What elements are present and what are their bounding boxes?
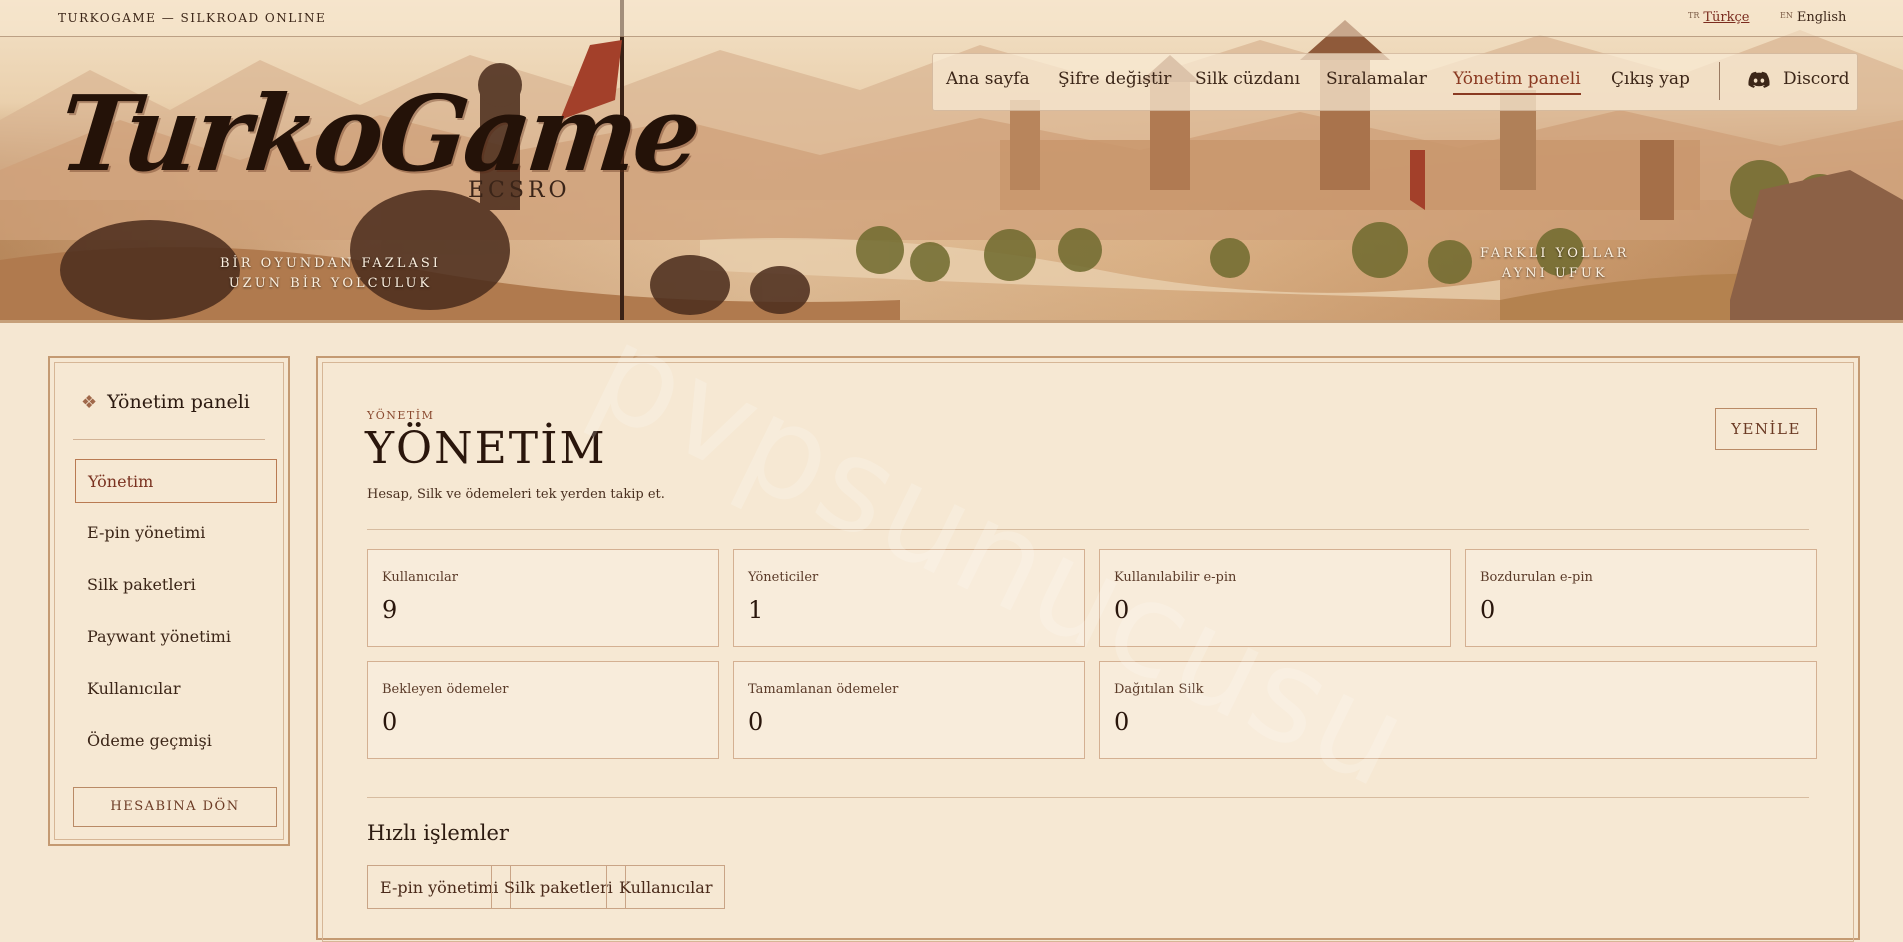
stat-card-users: Kullanıcılar 9: [367, 549, 719, 647]
nav-home-link[interactable]: Ana sayfa: [946, 69, 1030, 89]
stat-label: Kullanıcılar: [382, 570, 458, 585]
sidebar-item-silk-packages[interactable]: Silk paketleri: [75, 563, 277, 607]
sidebar-item-payment-history[interactable]: Ödeme geçmişi: [75, 719, 277, 763]
sidebar-title-label: Yönetim paneli: [107, 391, 250, 413]
page-eyebrow: YÖNETİM: [367, 409, 435, 422]
nav-discord-link[interactable]: Discord: [1783, 69, 1850, 89]
nav-separator: [1719, 62, 1720, 100]
sidebar-title: ❖ Yönetim paneli: [81, 391, 250, 413]
stat-value: 1: [748, 596, 764, 624]
hero-tagline-right-line1: FARKLI YOLLAR: [1480, 246, 1630, 261]
quick-action-epin-button[interactable]: E-pin yönetimi: [367, 865, 512, 909]
hero-tagline-right: FARKLI YOLLAR AYNI UFUK: [1480, 244, 1629, 284]
stat-label: Tamamlanan ödemeler: [748, 682, 899, 697]
refresh-button[interactable]: YENİLE: [1715, 408, 1817, 450]
sidebar-item-users[interactable]: Kullanıcılar: [75, 667, 277, 711]
topbar: TURKOGAME — SILKROAD ONLINE TR Türkçe EN E…: [0, 0, 1903, 37]
stat-value: 0: [748, 708, 764, 736]
diamond-icon: ❖: [81, 392, 98, 413]
language-english-link[interactable]: EN English: [1780, 10, 1846, 25]
section-divider: [367, 797, 1809, 798]
nav-admin-panel-link[interactable]: Yönetim paneli: [1453, 69, 1581, 95]
site-logo[interactable]: TurkoGame: [54, 72, 703, 195]
admin-sidebar: ❖ Yönetim paneli Yönetim E-pin yönetimi S…: [48, 356, 290, 846]
stat-value: 0: [1114, 708, 1130, 736]
hero-tagline-left-line1: BİR OYUNDAN FAZLASI: [220, 256, 441, 271]
language-code-en: EN: [1780, 11, 1793, 20]
stat-label: Bozdurulan e-pin: [1480, 570, 1593, 585]
hero-tagline-left-line2: UZUN BİR YOLCULUK: [228, 276, 433, 291]
sidebar-inner-frame: ❖ Yönetim paneli Yönetim E-pin yönetimi S…: [54, 362, 284, 840]
stat-value: 9: [382, 596, 398, 624]
language-code-tr: TR: [1688, 11, 1700, 20]
site-brand: TURKOGAME — SILKROAD ONLINE: [58, 11, 327, 25]
quick-action-users-button[interactable]: Kullanıcılar: [606, 865, 726, 909]
sidebar-item-paywant[interactable]: Paywant yönetimi: [75, 615, 277, 659]
stat-value: 0: [1480, 596, 1496, 624]
language-turkish-link[interactable]: TR Türkçe: [1688, 10, 1749, 25]
stat-card-pending-payments: Bekleyen ödemeler 0: [367, 661, 719, 759]
hero-tagline-left: BİR OYUNDAN FAZLASI UZUN BİR YOLCULUK: [220, 254, 441, 294]
sidebar-divider: [73, 439, 265, 440]
stat-card-redeemed-epin: Bozdurulan e-pin 0: [1465, 549, 1817, 647]
quick-actions-title: Hızlı işlemler: [367, 821, 509, 845]
stat-value: 0: [382, 708, 398, 736]
main-navigation: Ana sayfa Şifre değiştir Silk cüzdanı Sı…: [932, 53, 1858, 111]
stat-card-completed-payments: Tamamlanan ödemeler 0: [733, 661, 1085, 759]
hero-tagline-right-line2: AYNI UFUK: [1501, 266, 1608, 281]
back-to-account-button[interactable]: HESABINA DÖN: [73, 787, 277, 827]
nav-change-password-link[interactable]: Şifre değiştir: [1058, 69, 1171, 89]
stat-label: Bekleyen ödemeler: [382, 682, 509, 697]
site-logo-subtitle: ECSRO: [468, 178, 571, 203]
page-description: Hesap, Silk ve ödemeleri tek yerden taki…: [367, 487, 665, 502]
nav-logout-link[interactable]: Çıkış yap: [1611, 69, 1690, 89]
sidebar-item-yonetim[interactable]: Yönetim: [75, 459, 277, 503]
language-label-en: English: [1796, 10, 1847, 25]
nav-silk-wallet-link[interactable]: Silk cüzdanı: [1195, 69, 1300, 89]
stat-label: Yöneticiler: [748, 570, 819, 585]
nav-rankings-link[interactable]: Sıralamalar: [1326, 69, 1427, 89]
language-label-tr: Türkçe: [1703, 10, 1750, 25]
hero-banner: TURKOGAME — SILKROAD ONLINE TR Türkçe EN E…: [0, 0, 1903, 323]
discord-icon[interactable]: [1748, 71, 1770, 89]
sidebar-item-epin[interactable]: E-pin yönetimi: [75, 511, 277, 555]
